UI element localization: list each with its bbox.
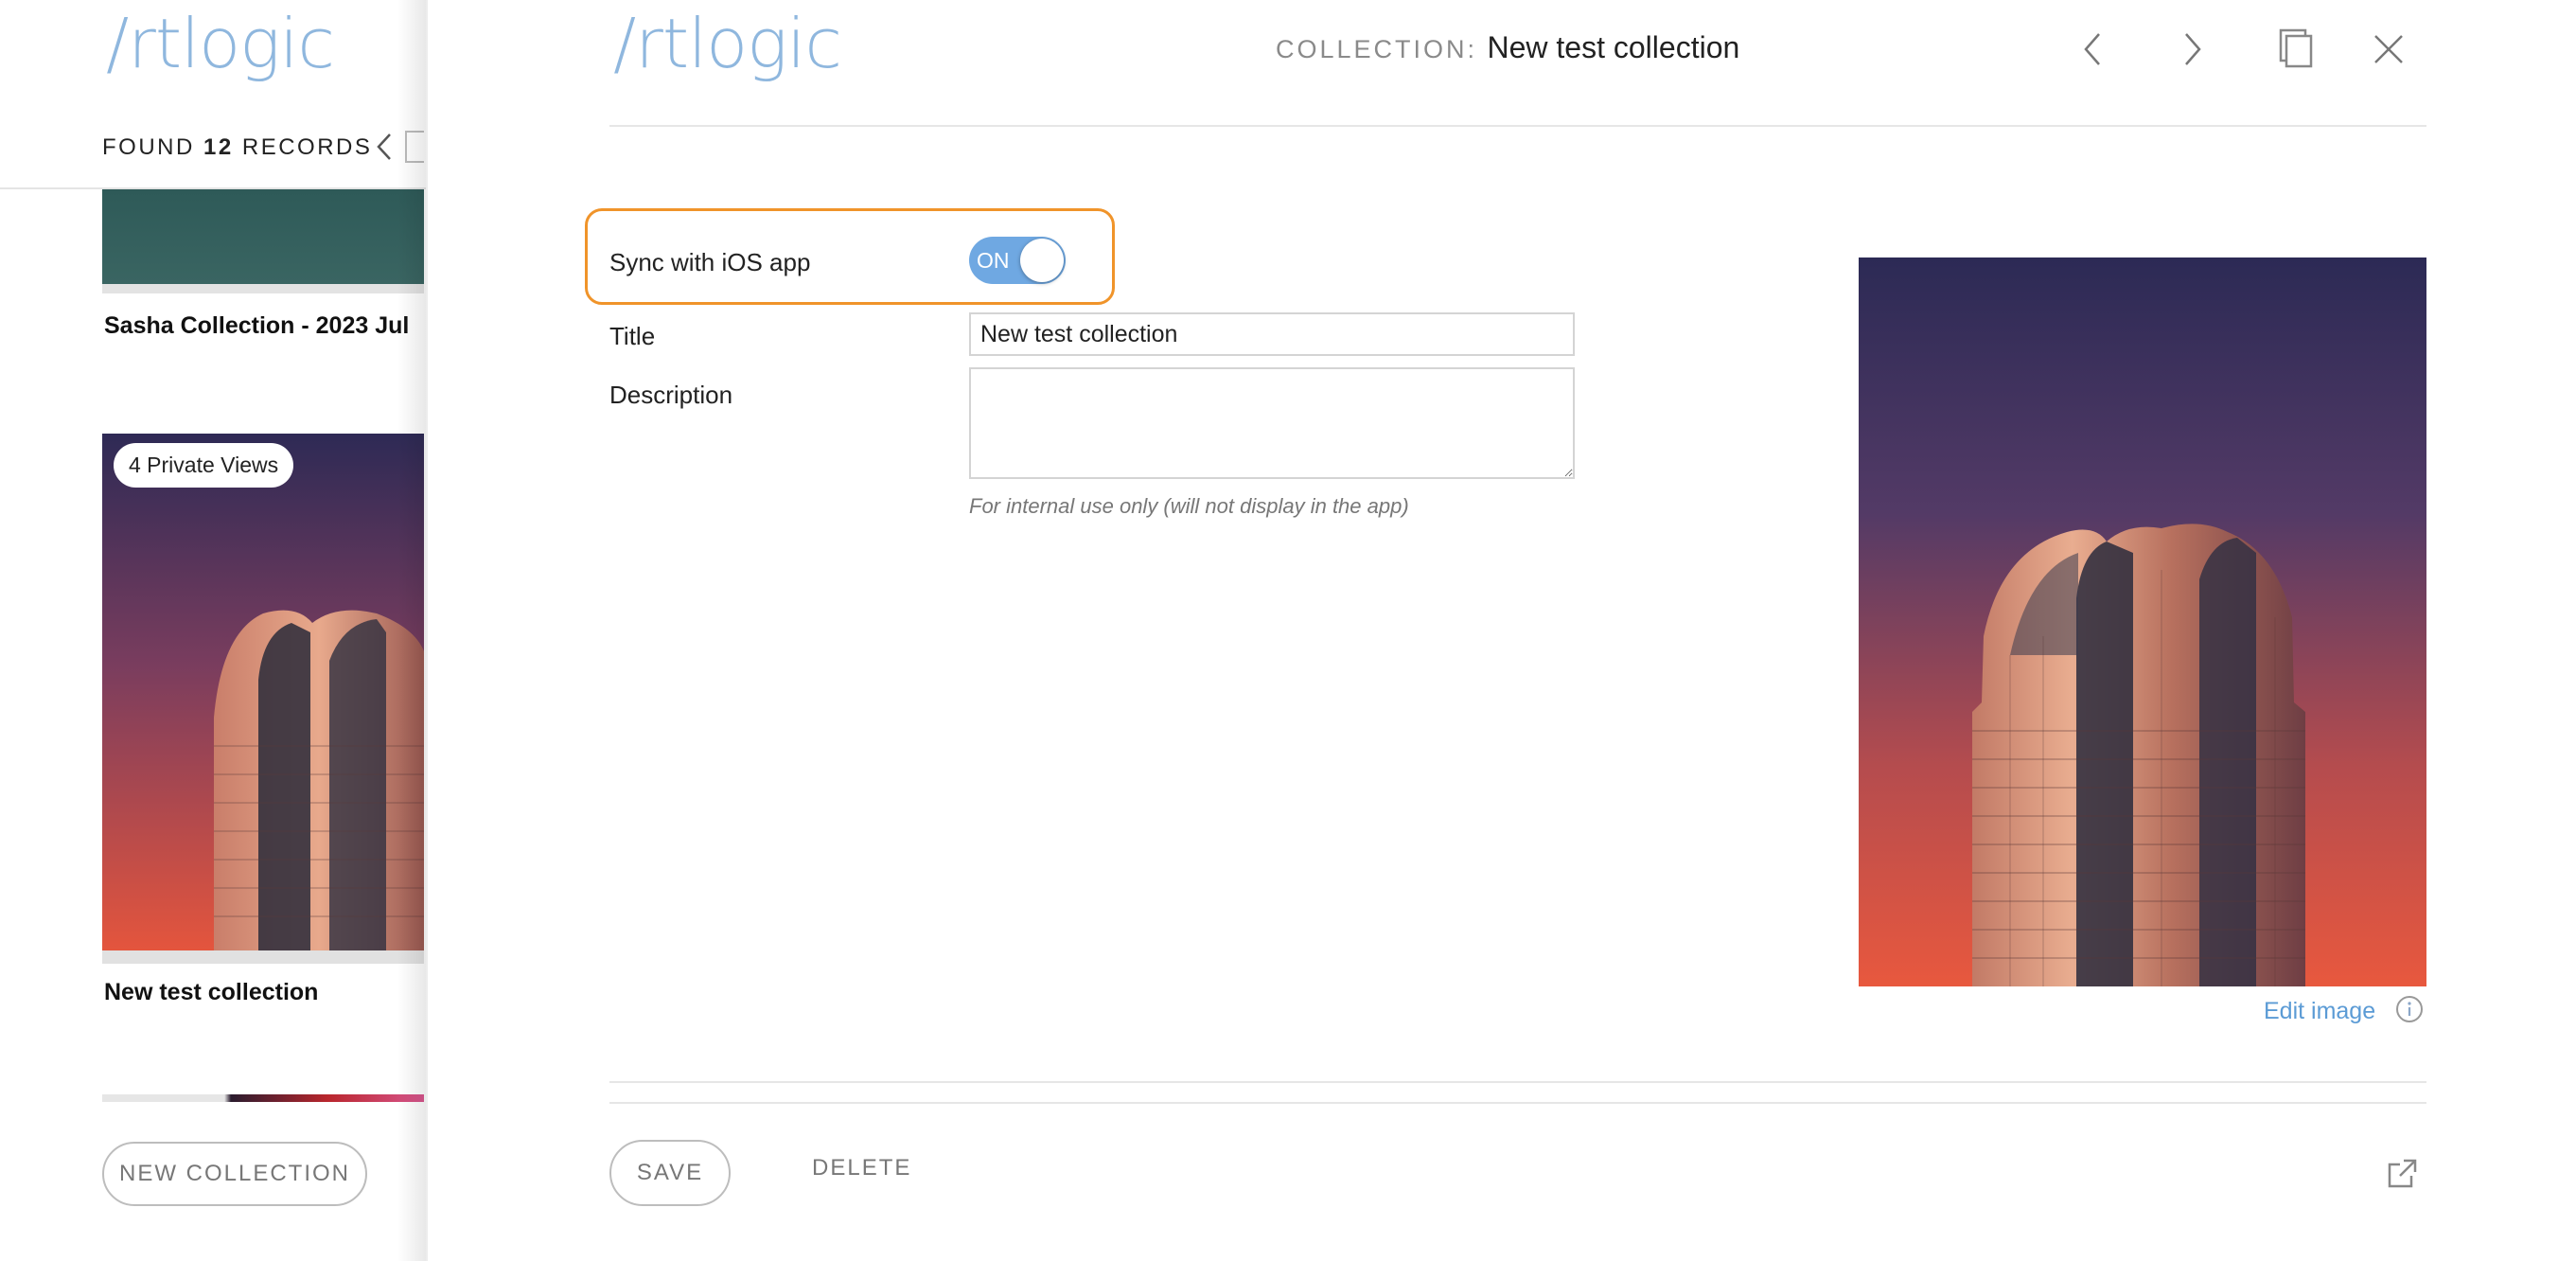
collection-thumbnail[interactable] [102, 189, 424, 284]
collection-edit-modal: /rtlogic COLLECTION: New test collection… [426, 0, 2576, 1261]
found-suffix: RECORDS [241, 134, 373, 160]
description-help-text: For internal use only (will not display … [969, 494, 1409, 518]
thumbnail-stack-edge [102, 950, 424, 964]
footer-divider [609, 1102, 2426, 1104]
list-header: /rtlogic FOUND 12 RECORDS [0, 0, 435, 189]
artlogic-logo: /rtlogic [106, 4, 335, 83]
collection-card-title[interactable]: New test collection [104, 979, 318, 1006]
footer-divider [609, 1081, 2426, 1083]
found-prefix: FOUND [102, 134, 195, 160]
building-image [102, 434, 424, 950]
thumbnail-stack-edge [102, 284, 424, 293]
toggle-knob [1020, 239, 1064, 282]
collection-card-title[interactable]: Sasha Collection - 2023 Jul [104, 312, 409, 340]
collection-thumbnail[interactable]: 4 Private Views [102, 434, 424, 950]
sync-ios-label: Sync with iOS app [609, 248, 811, 276]
save-button[interactable]: SAVE [609, 1140, 731, 1206]
sync-ios-toggle[interactable]: ON [969, 237, 1066, 284]
info-icon[interactable] [2394, 994, 2425, 1024]
external-link-icon[interactable] [2383, 1155, 2421, 1193]
collection-image-preview [1859, 258, 2426, 986]
title-label: Title [609, 322, 656, 350]
artlogic-logo: /rtlogic [613, 4, 842, 83]
building-image [1859, 258, 2426, 986]
duplicate-icon[interactable] [2269, 23, 2322, 76]
collection-heading-name: New test collection [1487, 30, 1740, 64]
pager-prev-icon[interactable] [371, 131, 399, 163]
chevron-right-icon[interactable] [2165, 23, 2218, 76]
header-divider [609, 125, 2426, 127]
chevron-left-icon[interactable] [2067, 23, 2120, 76]
collection-heading: COLLECTION: New test collection [1276, 30, 1739, 65]
collections-list-page: /rtlogic FOUND 12 RECORDS Sasha Collecti… [0, 0, 435, 1261]
collection-heading-label: COLLECTION: [1276, 35, 1478, 63]
found-count: 12 [203, 134, 234, 160]
edit-image-link[interactable]: Edit image [2264, 998, 2375, 1025]
records-count: FOUND 12 RECORDS [102, 134, 372, 161]
delete-button[interactable]: DELETE [812, 1155, 911, 1181]
description-textarea[interactable] [969, 367, 1575, 479]
title-input[interactable] [969, 312, 1575, 356]
collection-thumbnail[interactable] [102, 1094, 424, 1102]
description-label: Description [609, 381, 733, 409]
close-icon[interactable] [2362, 23, 2415, 76]
toggle-state-text: ON [977, 248, 1010, 273]
new-collection-button[interactable]: NEW COLLECTION [102, 1142, 367, 1206]
private-views-badge: 4 Private Views [114, 443, 294, 488]
